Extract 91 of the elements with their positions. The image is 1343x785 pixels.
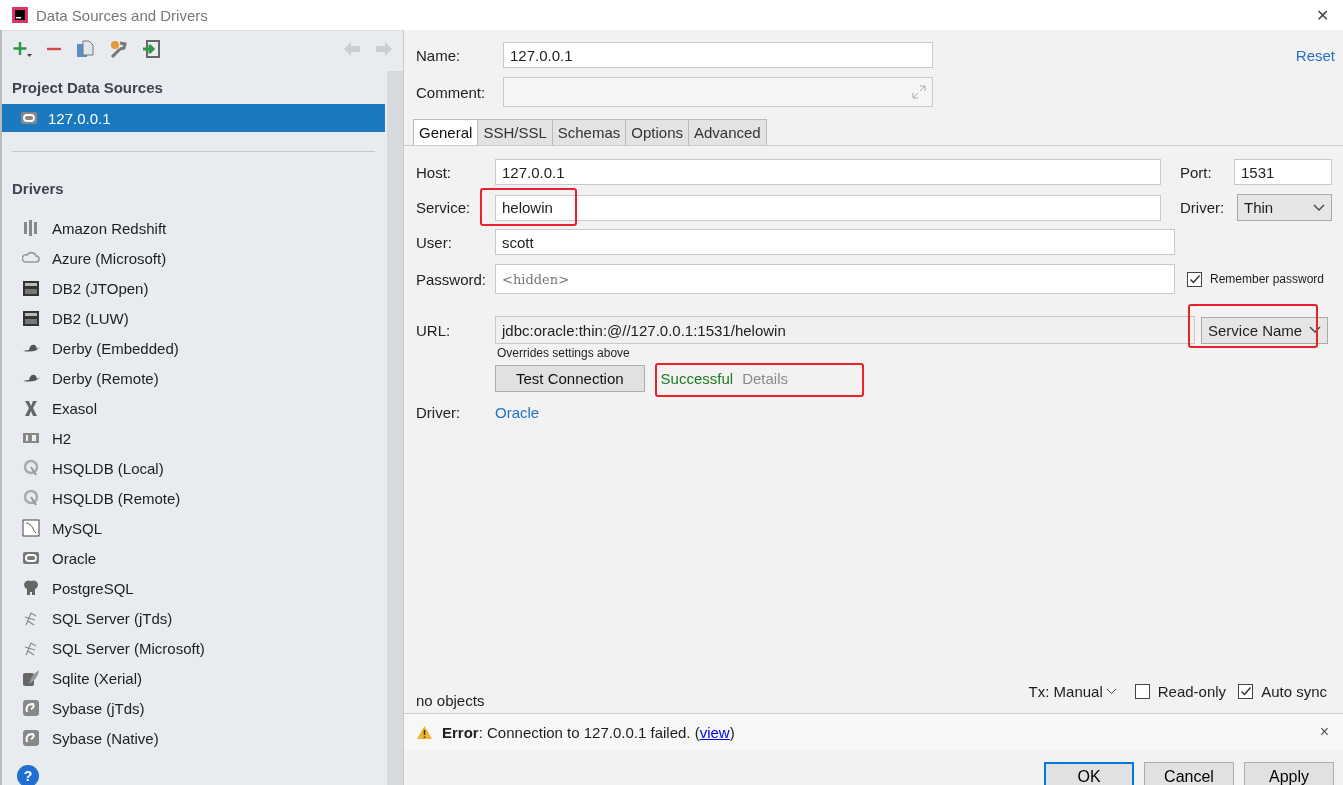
tab[interactable]: Advanced — [688, 119, 767, 145]
dialog-button[interactable]: Cancel — [1144, 762, 1234, 785]
tab[interactable]: General — [413, 119, 479, 145]
driver-link[interactable]: Oracle — [495, 404, 540, 421]
data-source-item[interactable]: 127.0.0.1 — [2, 104, 385, 132]
driver-item[interactable]: SQL Server (Microsoft) — [52, 639, 205, 657]
user-field[interactable]: scott — [495, 229, 1175, 255]
wrench-icon[interactable] — [108, 39, 128, 59]
swirl-square-icon — [22, 699, 40, 717]
add-icon[interactable] — [12, 40, 32, 58]
window-title: Data Sources and Drivers — [36, 6, 209, 24]
driver-item[interactable]: MySQL — [52, 519, 102, 537]
driver-item[interactable]: DB2 (LUW) — [52, 309, 129, 327]
driver-item[interactable]: PostgreSQL — [52, 579, 134, 597]
url-field[interactable]: jdbc:oracle:thin:@//127.0.0.1:1531/helowin — [495, 316, 1195, 344]
driver-item[interactable]: HSQLDB (Remote) — [52, 489, 181, 507]
port-field[interactable]: 1531 — [1234, 159, 1332, 185]
field-label: Port: — [1180, 163, 1213, 181]
close-button[interactable]: ✕ — [1310, 5, 1335, 25]
bars-icon — [22, 219, 40, 237]
driver-item[interactable]: Sybase (Native) — [52, 729, 159, 747]
driver-item[interactable]: Derby (Remote) — [52, 369, 159, 387]
host-field[interactable]: 127.0.0.1 — [495, 159, 1161, 185]
tab[interactable]: Schemas — [551, 119, 627, 145]
hint-text: Overrides settings above — [497, 346, 630, 360]
password-field[interactable]: <hidden> — [495, 264, 1175, 294]
tx-dropdown[interactable]: Tx: Manual — [1028, 682, 1117, 700]
elephant-icon — [22, 579, 40, 597]
driver-item[interactable]: Azure (Microsoft) — [52, 249, 167, 267]
checkbox[interactable] — [1187, 271, 1202, 287]
ring-icon — [20, 109, 38, 127]
field-label: User: — [416, 233, 453, 251]
dolphin-icon — [22, 519, 40, 537]
ring-icon — [22, 549, 40, 567]
field-label: URL: — [416, 321, 452, 339]
driver-item[interactable]: Amazon Redshift — [52, 219, 167, 237]
tab[interactable]: Options — [625, 119, 689, 145]
dropdown[interactable]: Thin — [1237, 194, 1332, 221]
badge-icon — [22, 309, 40, 327]
field-label: Service: — [416, 199, 472, 216]
copy-icon[interactable] — [76, 40, 94, 58]
error-message: Error: Connection to 127.0.0.1 failed. (view) — [442, 723, 735, 741]
reset-link[interactable]: Reset — [1295, 46, 1335, 64]
checkbox-label: Remember password — [1210, 272, 1325, 286]
checkbox-label: Read-only — [1157, 682, 1227, 700]
driver-item[interactable]: Sqlite (Xerial) — [52, 669, 143, 687]
status-text: Successful — [660, 370, 734, 387]
feather-icon — [22, 669, 40, 687]
driver-item[interactable]: Oracle — [52, 549, 97, 567]
driver-item[interactable]: Exasol — [52, 399, 98, 417]
driver-item[interactable]: SQL Server (jTds) — [52, 609, 173, 627]
field-label: Host: — [416, 163, 452, 181]
driver-item[interactable]: HSQLDB (Local) — [52, 459, 164, 477]
comment-field[interactable] — [503, 77, 933, 107]
field-label: Driver: — [1180, 199, 1226, 216]
checkbox[interactable] — [1134, 683, 1150, 699]
service-field[interactable]: helowin — [495, 194, 1161, 221]
expand-icon[interactable] — [912, 85, 926, 99]
help-button[interactable]: ? — [17, 765, 39, 785]
section-heading: Drivers — [12, 180, 65, 197]
app-icon — [12, 7, 28, 23]
driver-item[interactable]: DB2 (JTOpen) — [52, 279, 149, 297]
status-text: no objects — [416, 691, 485, 709]
driver-item[interactable]: Derby (Embedded) — [52, 339, 179, 357]
scrollbar[interactable] — [387, 71, 403, 785]
close-button[interactable]: × — [1319, 723, 1329, 741]
section-heading: Project Data Sources — [12, 79, 164, 96]
swirl-icon — [22, 489, 40, 507]
checkbox-label: Auto sync — [1261, 682, 1327, 700]
field-label: Comment: — [416, 83, 487, 101]
checkbox[interactable] — [1238, 683, 1254, 699]
caret-icon — [1105, 687, 1117, 695]
dialog-button[interactable]: OK — [1044, 762, 1134, 785]
swirl-icon — [22, 459, 40, 477]
driver-item[interactable]: Sybase (jTds) — [52, 699, 145, 717]
tab[interactable]: SSH/SSL — [477, 119, 553, 145]
test-connection-button[interactable]: Test Connection — [495, 365, 645, 392]
driver-item[interactable]: H2 — [52, 429, 72, 447]
badge-icon — [22, 279, 40, 297]
dropdown[interactable]: Service Name — [1201, 316, 1328, 344]
warning-icon — [416, 724, 433, 740]
name-field[interactable]: 127.0.0.1 — [503, 42, 933, 68]
dialog-button[interactable]: Apply — [1244, 762, 1334, 785]
cross-icon — [22, 399, 40, 417]
caret-icon — [1313, 203, 1325, 212]
caret-icon — [1309, 326, 1321, 334]
field-label: Name: — [416, 46, 462, 64]
field-label: Driver: — [416, 404, 462, 421]
swirl-square-icon — [22, 729, 40, 747]
import-icon[interactable] — [142, 40, 160, 58]
field-label: Password: — [416, 270, 488, 288]
